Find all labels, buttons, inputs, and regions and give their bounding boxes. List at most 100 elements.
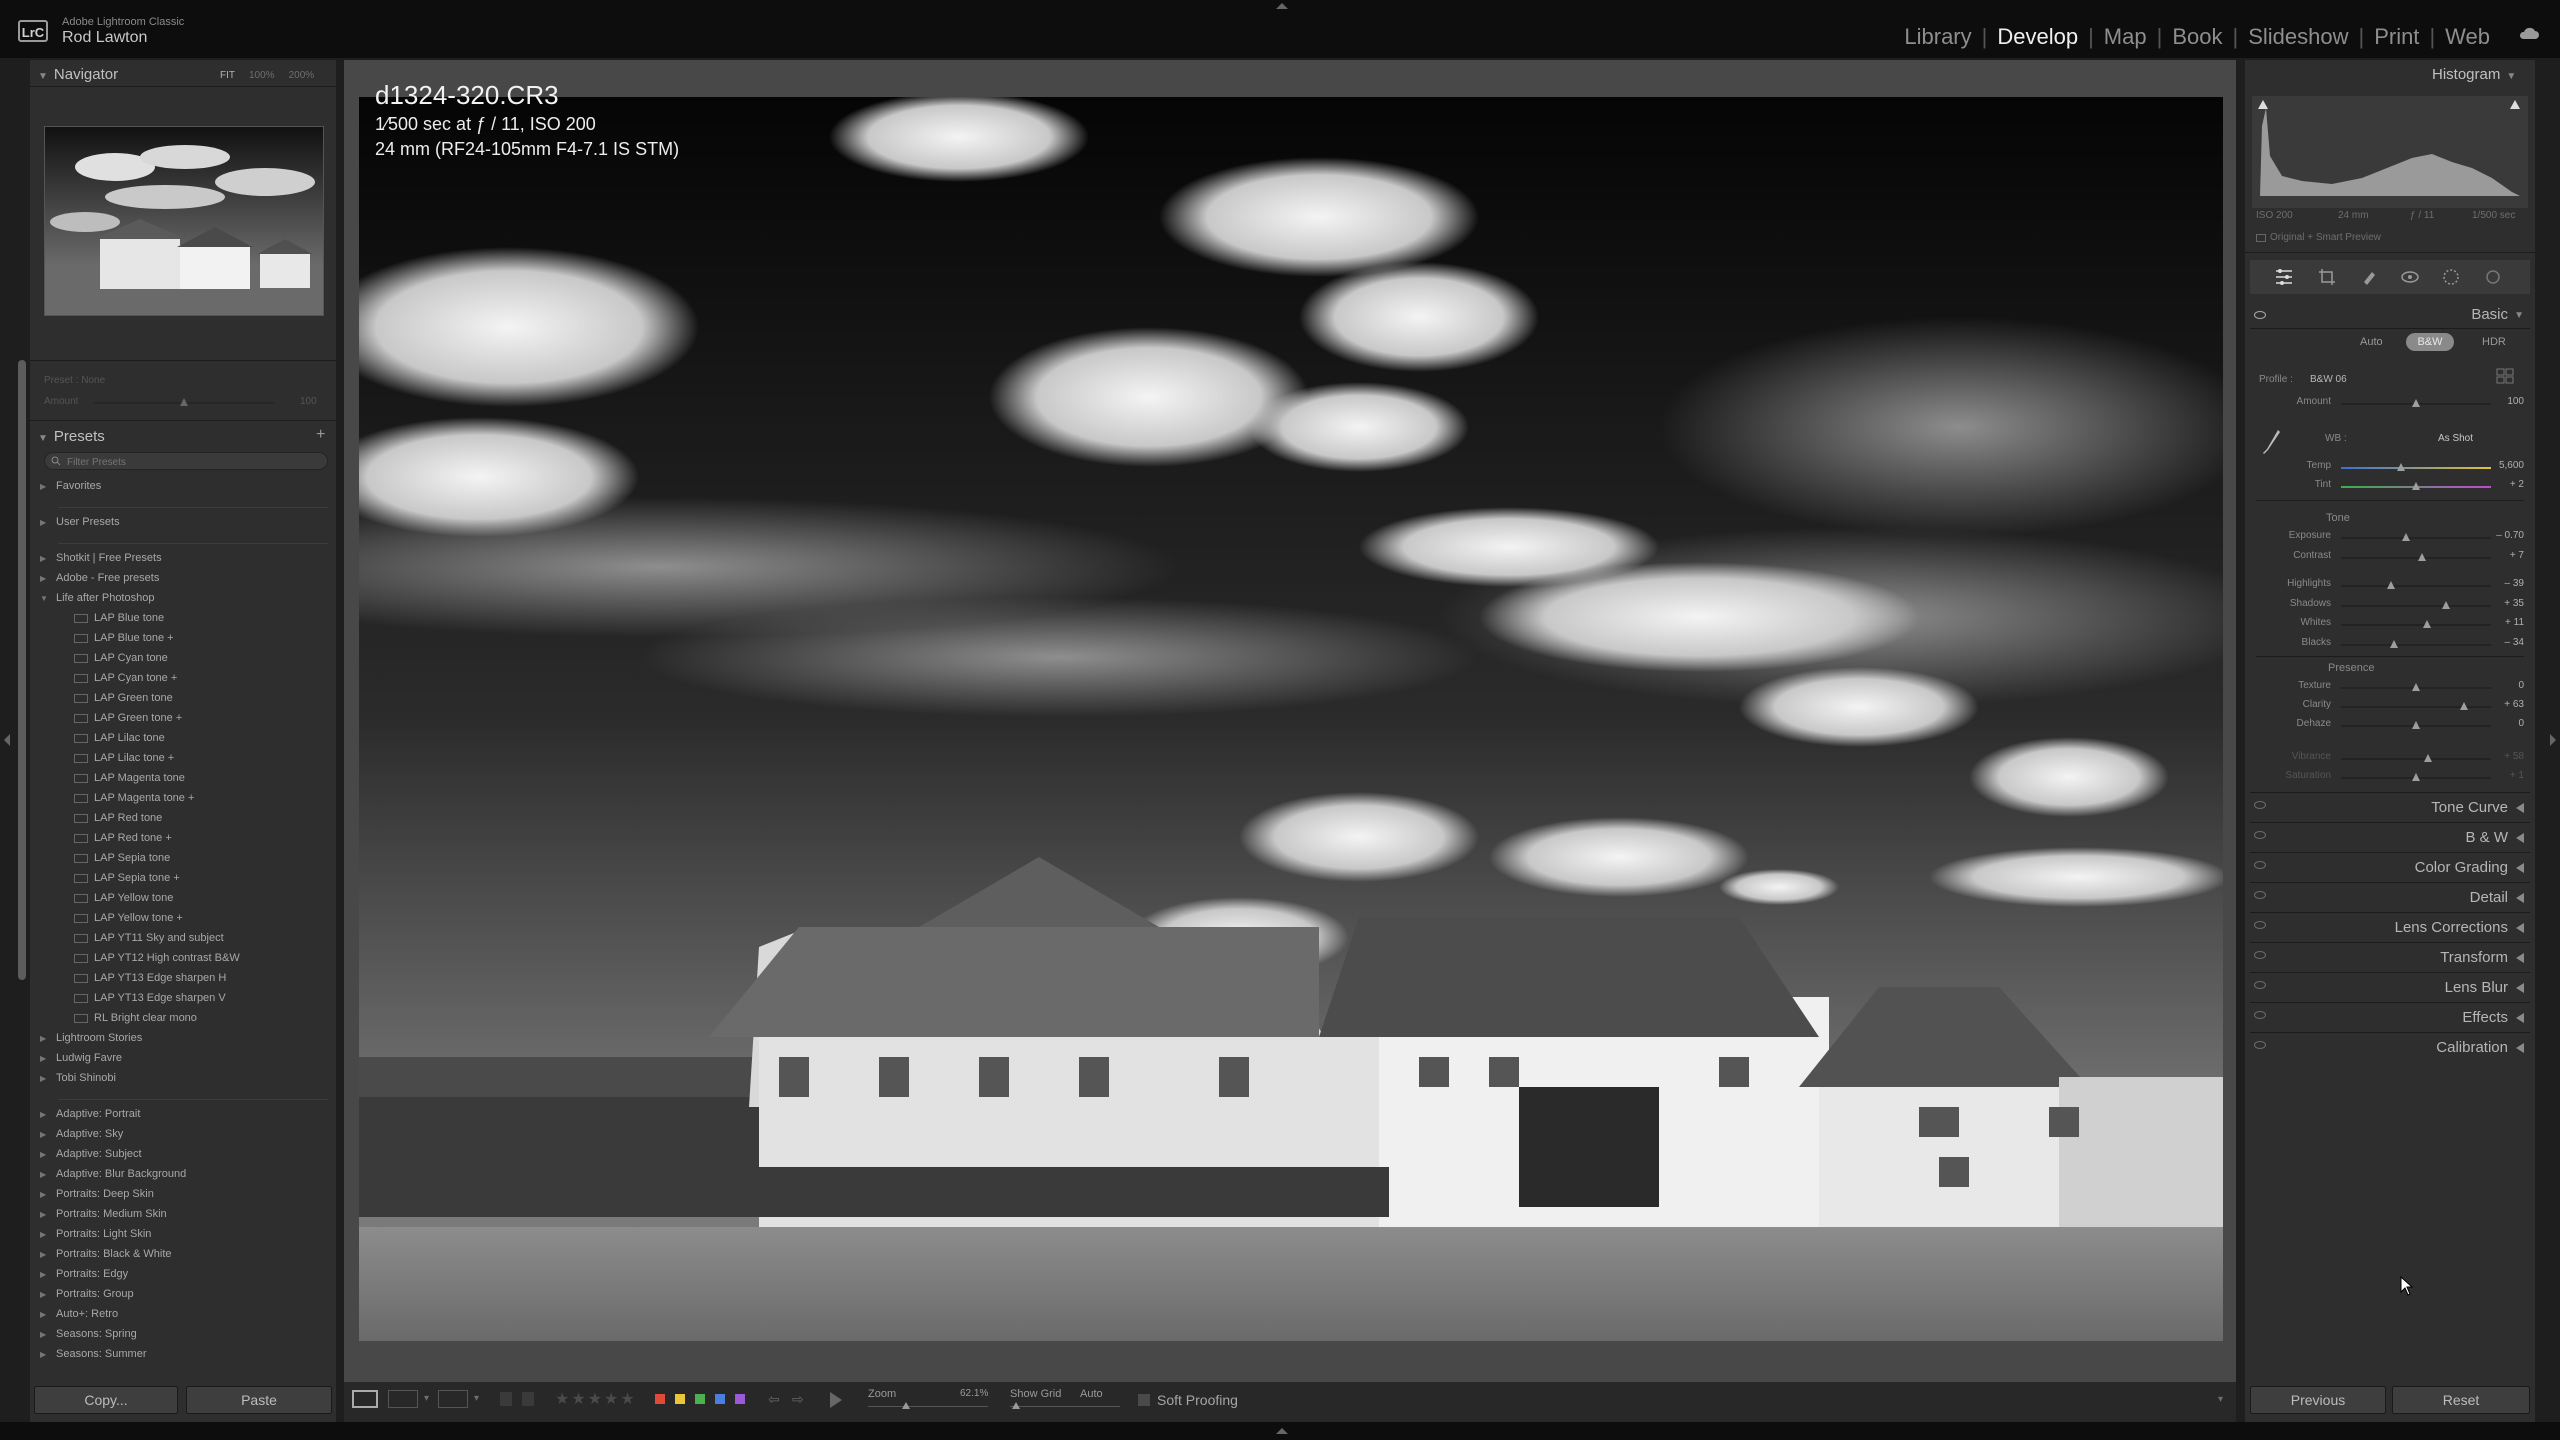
preset-item[interactable]: LAP Lilac tone +: [74, 752, 174, 764]
slider-value[interactable]: + 11: [2505, 617, 2524, 628]
copy-button[interactable]: Copy...: [34, 1386, 178, 1414]
edit-sliders-icon[interactable]: [2274, 268, 2294, 286]
slider-value[interactable]: – 39: [2505, 578, 2524, 589]
section-b-w[interactable]: B & W: [2250, 822, 2530, 851]
preset-item[interactable]: LAP Sepia tone: [74, 852, 170, 864]
zoom-slider[interactable]: [868, 1406, 988, 1407]
highlight-clipping-icon[interactable]: [2510, 100, 2520, 109]
histogram-header[interactable]: Histogram ▼: [2432, 66, 2516, 83]
slider-track[interactable]: [2341, 706, 2491, 708]
temp-slider[interactable]: Temp 5,600: [2256, 460, 2526, 476]
preset-item[interactable]: LAP YT13 Edge sharpen H: [74, 972, 226, 984]
grid-slider-knob[interactable]: [1012, 1402, 1020, 1409]
preset-folder[interactable]: ▶ Ludwig Favre: [40, 1052, 122, 1064]
right-panel-toggle-icon[interactable]: [2550, 734, 2556, 746]
slider-knob[interactable]: [2460, 702, 2468, 710]
eye-icon[interactable]: [2254, 1041, 2266, 1049]
masking-icon[interactable]: [2442, 268, 2460, 286]
before-after-view-icon[interactable]: [388, 1390, 418, 1408]
slider-value[interactable]: + 1: [2510, 770, 2524, 781]
slider-clarity[interactable]: Clarity + 63: [2256, 699, 2526, 715]
zoom-fit[interactable]: FIT: [220, 70, 235, 81]
treatment-auto[interactable]: Auto: [2360, 336, 2383, 348]
navigator-preview[interactable]: [44, 126, 324, 316]
module-book[interactable]: Book: [2162, 24, 2232, 50]
slider-exposure[interactable]: Exposure – 0.70: [2256, 530, 2526, 546]
reset-button[interactable]: Reset: [2392, 1386, 2530, 1414]
preset-folder[interactable]: ▶ Portraits: Edgy: [40, 1268, 128, 1280]
slider-knob[interactable]: [2424, 754, 2432, 762]
preset-folder[interactable]: ▶ Favorites: [40, 480, 101, 492]
preset-folder[interactable]: ▶ Adaptive: Sky: [40, 1128, 123, 1140]
preset-item[interactable]: RL Bright clear mono: [74, 1012, 197, 1024]
preset-search-field[interactable]: [44, 452, 328, 470]
color-label-purple[interactable]: [735, 1394, 745, 1404]
slider-track[interactable]: [2341, 758, 2491, 760]
preset-folder[interactable]: ▶ Adaptive: Blur Background: [40, 1168, 186, 1180]
preset-folder[interactable]: ▶ User Presets: [40, 516, 120, 528]
preset-amount-knob[interactable]: [180, 398, 188, 406]
eye-icon[interactable]: [2254, 311, 2266, 319]
add-preset-icon[interactable]: +: [316, 426, 325, 444]
eye-icon[interactable]: [2254, 1011, 2266, 1019]
slider-knob[interactable]: [2412, 399, 2420, 407]
preset-folder[interactable]: ▶ Portraits: Light Skin: [40, 1228, 151, 1240]
section-lens-blur[interactable]: Lens Blur: [2250, 972, 2530, 1001]
section-transform[interactable]: Transform: [2250, 942, 2530, 971]
preset-folder[interactable]: ▶ Portraits: Group: [40, 1288, 134, 1300]
module-slideshow[interactable]: Slideshow: [2238, 24, 2358, 50]
presets-header[interactable]: ▼ Presets: [38, 428, 105, 445]
zoom-100[interactable]: 100%: [249, 70, 275, 81]
slider-texture[interactable]: Texture 0: [2256, 680, 2526, 696]
preset-item[interactable]: LAP Magenta tone +: [74, 792, 194, 804]
slider-whites[interactable]: Whites + 11: [2256, 617, 2526, 633]
color-label-red[interactable]: [655, 1394, 665, 1404]
slider-shadows[interactable]: Shadows + 35: [2256, 598, 2526, 614]
eye-icon[interactable]: [2254, 891, 2266, 899]
eye-icon[interactable]: [2254, 921, 2266, 929]
slider-value[interactable]: – 0.70: [2496, 530, 2524, 541]
slider-value[interactable]: + 63: [2504, 699, 2524, 710]
slider-value[interactable]: 100: [2507, 396, 2524, 407]
zoom-slider-knob[interactable]: [902, 1402, 910, 1409]
left-panel-scrollbar[interactable]: [18, 60, 26, 980]
grid-slider[interactable]: [1010, 1406, 1120, 1407]
show-grid-value[interactable]: Auto: [1080, 1388, 1103, 1400]
slider-track[interactable]: [2341, 537, 2491, 539]
slider-track[interactable]: [2341, 624, 2491, 626]
slider-value[interactable]: + 7: [2510, 550, 2524, 561]
slider-knob[interactable]: [2412, 482, 2420, 490]
loupe-view-icon[interactable]: [352, 1390, 378, 1408]
preset-folder[interactable]: ▶ Adaptive: Subject: [40, 1148, 142, 1160]
slider-highlights[interactable]: Highlights – 39: [2256, 578, 2526, 594]
view-dropdown-icon[interactable]: ▾: [424, 1393, 429, 1404]
paste-button[interactable]: Paste: [186, 1386, 332, 1414]
slider-knob[interactable]: [2412, 721, 2420, 729]
healing-icon[interactable]: [2360, 268, 2378, 286]
slider-track[interactable]: [2341, 644, 2491, 646]
section-effects[interactable]: Effects: [2250, 1002, 2530, 1031]
preset-item[interactable]: LAP Red tone: [74, 812, 162, 824]
user-name[interactable]: Rod Lawton: [62, 29, 147, 47]
preset-item[interactable]: LAP Red tone +: [74, 832, 172, 844]
shadow-clipping-icon[interactable]: [2258, 100, 2268, 109]
preset-item[interactable]: LAP Green tone +: [74, 712, 182, 724]
slider-value[interactable]: + 58: [2504, 751, 2524, 762]
yy-compare-icon[interactable]: [438, 1390, 468, 1408]
preset-item[interactable]: LAP Green tone: [74, 692, 173, 704]
eye-icon[interactable]: [2254, 951, 2266, 959]
preset-folder[interactable]: ▶ Portraits: Black & White: [40, 1248, 172, 1260]
preset-item[interactable]: LAP Yellow tone: [74, 892, 173, 904]
previous-photo-icon[interactable]: ⇦: [768, 1391, 780, 1408]
flag-pick-icon[interactable]: [500, 1392, 512, 1406]
section-color-grading[interactable]: Color Grading: [2250, 852, 2530, 881]
profile-amount-slider[interactable]: Amount 100: [2256, 396, 2526, 412]
eye-icon[interactable]: [2254, 861, 2266, 869]
play-slideshow-icon[interactable]: [830, 1392, 842, 1408]
slider-knob[interactable]: [2422, 620, 2431, 628]
treatment-hdr[interactable]: HDR: [2482, 336, 2506, 348]
preset-item[interactable]: LAP Sepia tone +: [74, 872, 180, 884]
section-calibration[interactable]: Calibration: [2250, 1032, 2530, 1061]
slider-knob[interactable]: [2418, 553, 2426, 561]
slider-value[interactable]: + 35: [2504, 598, 2524, 609]
